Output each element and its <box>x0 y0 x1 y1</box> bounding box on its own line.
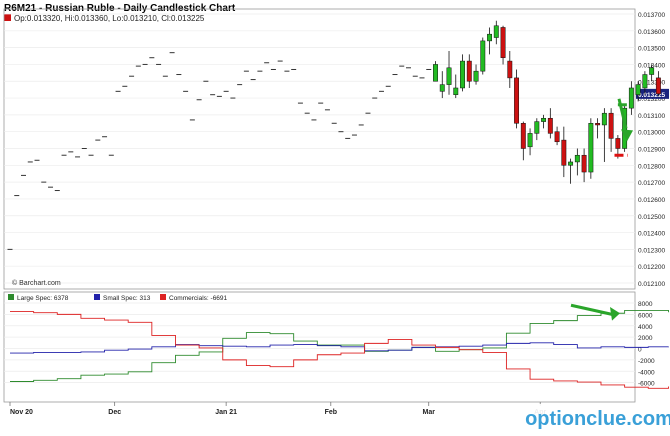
cot-y-tick-label: 6000 <box>638 312 653 319</box>
price-y-tick-label: 0.013100 <box>638 113 665 120</box>
candle-up <box>480 40 486 72</box>
cot-y-tick-label: -2000 <box>638 358 655 365</box>
candle-down <box>514 77 520 124</box>
price-y-tick-label: 0.012800 <box>638 163 665 170</box>
candle-down <box>466 60 472 82</box>
candle-down <box>655 77 661 95</box>
chart-root: R6M21 - Russian Ruble - Daily Candlestic… <box>0 0 670 431</box>
candle-up <box>635 84 641 95</box>
candle-up <box>628 87 634 109</box>
candle-down <box>595 123 601 126</box>
price-y-tick-label: 0.012600 <box>638 197 665 204</box>
price-y-tick-label: 0.013000 <box>638 130 665 137</box>
legend-swatch <box>94 294 100 300</box>
chart-canvas: R6M21 - Russian Ruble - Daily Candlestic… <box>0 0 670 431</box>
candle-up <box>527 133 533 148</box>
price-y-tick-label: 0.012100 <box>638 281 665 288</box>
ohlc-swatch <box>4 14 11 21</box>
candle-down <box>615 138 621 149</box>
candle-down <box>608 112 614 139</box>
price-y-tick-label: 0.012700 <box>638 180 665 187</box>
legend-entry: Small Spec: 313 <box>103 295 151 302</box>
price-y-tick-label: 0.012500 <box>638 214 665 221</box>
candle-down <box>581 154 587 173</box>
candle-up <box>433 64 438 82</box>
candle-down <box>500 27 506 58</box>
cot-y-tick-label: 2000 <box>638 335 653 342</box>
cot-y-tick-label: -6000 <box>638 381 655 388</box>
candle-up <box>453 87 459 95</box>
candle-up <box>568 161 574 166</box>
x-tick-label: Dec <box>108 409 121 416</box>
candle-down <box>520 123 526 149</box>
candle-up <box>487 33 492 42</box>
candle-up <box>642 74 648 89</box>
price-y-tick-label: 0.013500 <box>638 46 665 53</box>
ohlc-readout: Op:0.013320, Hi:0.013360, Lo:0.013210, C… <box>14 14 205 23</box>
candle-down <box>554 131 560 143</box>
cot-y-tick-label: -4000 <box>638 369 655 376</box>
candle-down <box>547 117 553 134</box>
legend-entry: Commercials: -6691 <box>169 295 228 302</box>
x-tick-label: Feb <box>325 409 337 416</box>
cot-legend: Large Spec: 6378 Small Spec: 313 Commercia… <box>8 294 228 302</box>
candle-up <box>493 25 499 38</box>
legend-entry: Large Spec: 6378 <box>17 295 69 302</box>
candle-up <box>473 70 479 82</box>
x-tick-label: Mar <box>423 409 436 416</box>
candle-up <box>601 112 607 126</box>
x-tick-label: Jan 21 <box>215 409 237 416</box>
candle-up <box>649 67 655 75</box>
candle-up <box>574 154 580 163</box>
price-y-tick-label: 0.012400 <box>638 231 665 238</box>
x-tick-label: Nov 20 <box>10 409 33 416</box>
watermark-text: optionclue.com <box>525 408 670 430</box>
candle-up <box>439 84 445 92</box>
candle-up <box>541 117 547 122</box>
source-credit: © Barchart.com <box>12 279 61 287</box>
last-price-label: 0.013225 <box>638 92 665 99</box>
candle-up <box>534 121 540 134</box>
candle-up <box>446 67 452 85</box>
price-y-tick-label: 0.012900 <box>638 147 665 154</box>
legend-swatch <box>8 294 14 300</box>
price-y-tick-label: 0.012200 <box>638 264 665 271</box>
price-y-tick-label: 0.012300 <box>638 247 665 254</box>
chart-title: R6M21 - Russian Ruble - Daily Candlestic… <box>4 3 236 14</box>
cot-y-tick-label: 4000 <box>638 324 653 331</box>
candle-up <box>460 60 465 89</box>
candle-up <box>588 123 594 173</box>
price-y-tick-label: 0.013700 <box>638 12 665 19</box>
candle-down <box>507 60 513 79</box>
cot-y-tick-label: 8000 <box>638 301 653 308</box>
legend-swatch <box>160 294 166 300</box>
price-y-tick-label: 0.013600 <box>638 29 665 36</box>
watermark: optionclue.com <box>525 404 670 431</box>
candle-down <box>561 139 567 166</box>
